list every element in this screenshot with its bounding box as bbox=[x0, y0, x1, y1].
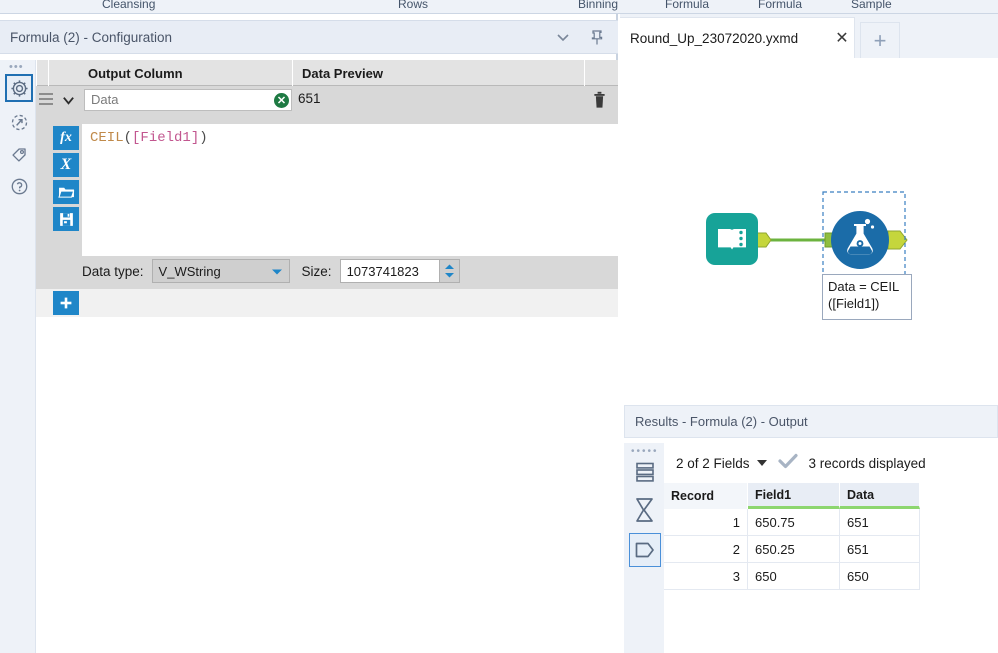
open-folder-icon[interactable] bbox=[53, 180, 79, 204]
workflow-tab[interactable]: Round_Up_23072020.yxmd ✕ bbox=[620, 17, 855, 58]
configuration-title: Formula (2) - Configuration bbox=[0, 30, 554, 45]
results-table: Record Field1 Data 1 650.75 651 2 650.25… bbox=[664, 483, 920, 590]
table-row[interactable]: 2 650.25 651 bbox=[664, 536, 920, 563]
configuration-empty-area bbox=[36, 317, 618, 653]
data-preview-value: 651 bbox=[298, 91, 321, 106]
ribbon-label-sample[interactable]: Sample bbox=[851, 0, 892, 11]
config-icon-rail: ••• bbox=[0, 60, 36, 653]
results-toolbar: 2 of 2 Fields 3 records displayed bbox=[664, 443, 998, 483]
formula-field-token: [Field1] bbox=[132, 130, 199, 146]
column-header-output-column: Output Column bbox=[88, 60, 183, 86]
run-annotation-icon[interactable] bbox=[5, 108, 33, 136]
save-disk-icon[interactable] bbox=[53, 207, 79, 231]
formula-open-paren: ( bbox=[124, 130, 132, 146]
ribbon-label-rows[interactable]: Rows bbox=[398, 0, 428, 11]
cell-data: 651 bbox=[840, 536, 920, 562]
gear-icon[interactable] bbox=[5, 74, 33, 102]
records-displayed-label: 3 records displayed bbox=[809, 456, 926, 471]
workflow-canvas[interactable]: Data = CEIL ([Field1]) bbox=[620, 58, 998, 405]
ribbon-label-formula-2[interactable]: Formula bbox=[758, 0, 802, 11]
results-icon-rail: ••••• bbox=[624, 443, 664, 653]
node-annotation-line1: Data = CEIL bbox=[828, 278, 906, 295]
close-icon[interactable]: ✕ bbox=[830, 28, 854, 48]
size-label: Size: bbox=[302, 264, 332, 279]
trash-icon[interactable] bbox=[590, 90, 610, 111]
configuration-panel: Formula (2) - Configuration ••• bbox=[0, 14, 618, 653]
column-header-data-preview: Data Preview bbox=[302, 60, 383, 86]
variable-x-icon[interactable]: X bbox=[53, 153, 79, 177]
workflow-tabbar: Round_Up_23072020.yxmd ✕ + bbox=[620, 14, 998, 58]
cell-data: 650 bbox=[840, 563, 920, 589]
plus-icon[interactable]: + bbox=[860, 22, 900, 58]
data-type-row: Data type: V_WString Size: 1073741823 bbox=[82, 256, 618, 286]
formula-row: Data ✕ 651 bbox=[36, 86, 618, 114]
results-title: Results - Formula (2) - Output bbox=[624, 405, 998, 438]
column-header-field1[interactable]: Field1 bbox=[748, 483, 840, 509]
configuration-titlebar: Formula (2) - Configuration bbox=[0, 20, 618, 54]
caret-down-icon bbox=[271, 264, 283, 279]
table-row[interactable]: 3 650 650 bbox=[664, 563, 920, 590]
add-formula-row-button[interactable] bbox=[53, 291, 79, 315]
formula-close-paren: ) bbox=[199, 130, 207, 146]
fx-icon[interactable]: fx bbox=[53, 126, 79, 150]
clear-circle-icon[interactable]: ✕ bbox=[274, 93, 289, 108]
workflow-tab-label: Round_Up_23072020.yxmd bbox=[620, 31, 830, 46]
results-panel: Results - Formula (2) - Output ••••• bbox=[620, 405, 998, 653]
cell-record: 2 bbox=[664, 536, 748, 562]
output-column-input[interactable]: Data bbox=[84, 89, 292, 111]
metadata-tag-icon[interactable] bbox=[629, 533, 661, 567]
formula-expression-editor[interactable]: CEIL([Field1]) bbox=[82, 124, 618, 256]
cell-field1: 650.75 bbox=[748, 509, 840, 535]
cell-field1: 650.25 bbox=[748, 536, 840, 562]
rail-grip-dots: ••• bbox=[9, 64, 24, 70]
drag-handle-icon[interactable] bbox=[39, 93, 53, 106]
size-input[interactable]: 1073741823 bbox=[340, 259, 440, 283]
data-type-value: V_WString bbox=[159, 264, 221, 279]
formula-edit-area: fx X bbox=[36, 114, 618, 289]
data-type-label: Data type: bbox=[82, 264, 144, 279]
pin-icon[interactable] bbox=[588, 28, 606, 46]
summary-sigma-icon[interactable] bbox=[629, 493, 661, 527]
ribbon-strip: Cleansing Rows Binning Formula Formula S… bbox=[0, 0, 998, 14]
ribbon-label-cleansing[interactable]: Cleansing bbox=[102, 0, 155, 11]
add-row-strip bbox=[36, 289, 618, 317]
cell-record: 3 bbox=[664, 563, 748, 589]
node-annotation-line2: ([Field1]) bbox=[828, 295, 906, 312]
ribbon-label-formula-1[interactable]: Formula bbox=[665, 0, 709, 11]
caret-down-icon[interactable] bbox=[757, 460, 767, 466]
chevron-down-icon[interactable] bbox=[554, 28, 572, 46]
ribbon-label-binning[interactable]: Binning bbox=[578, 0, 618, 11]
tag-icon[interactable] bbox=[5, 140, 33, 168]
formula-grid-header: Output Column Data Preview bbox=[36, 60, 618, 86]
results-table-header: Record Field1 Data bbox=[664, 483, 920, 509]
cell-data: 651 bbox=[840, 509, 920, 535]
column-header-data[interactable]: Data bbox=[840, 483, 920, 509]
formula-function-token: CEIL bbox=[90, 130, 124, 146]
help-icon[interactable] bbox=[5, 172, 33, 200]
formula-toolbar: fx X bbox=[53, 126, 79, 234]
records-list-icon[interactable] bbox=[629, 455, 661, 489]
workflow-area: Round_Up_23072020.yxmd ✕ + bbox=[620, 14, 998, 653]
column-header-record[interactable]: Record bbox=[664, 483, 748, 509]
spinner-updown-icon[interactable] bbox=[440, 259, 460, 283]
node-annotation: Data = CEIL ([Field1]) bbox=[822, 274, 912, 320]
row-chevron-down-icon[interactable] bbox=[58, 91, 78, 109]
data-type-select[interactable]: V_WString bbox=[152, 259, 290, 283]
fields-count-label[interactable]: 2 of 2 Fields bbox=[676, 456, 750, 471]
cell-field1: 650 bbox=[748, 563, 840, 589]
cell-record: 1 bbox=[664, 509, 748, 535]
checkmark-icon bbox=[778, 453, 798, 474]
table-row[interactable]: 1 650.75 651 bbox=[664, 509, 920, 536]
